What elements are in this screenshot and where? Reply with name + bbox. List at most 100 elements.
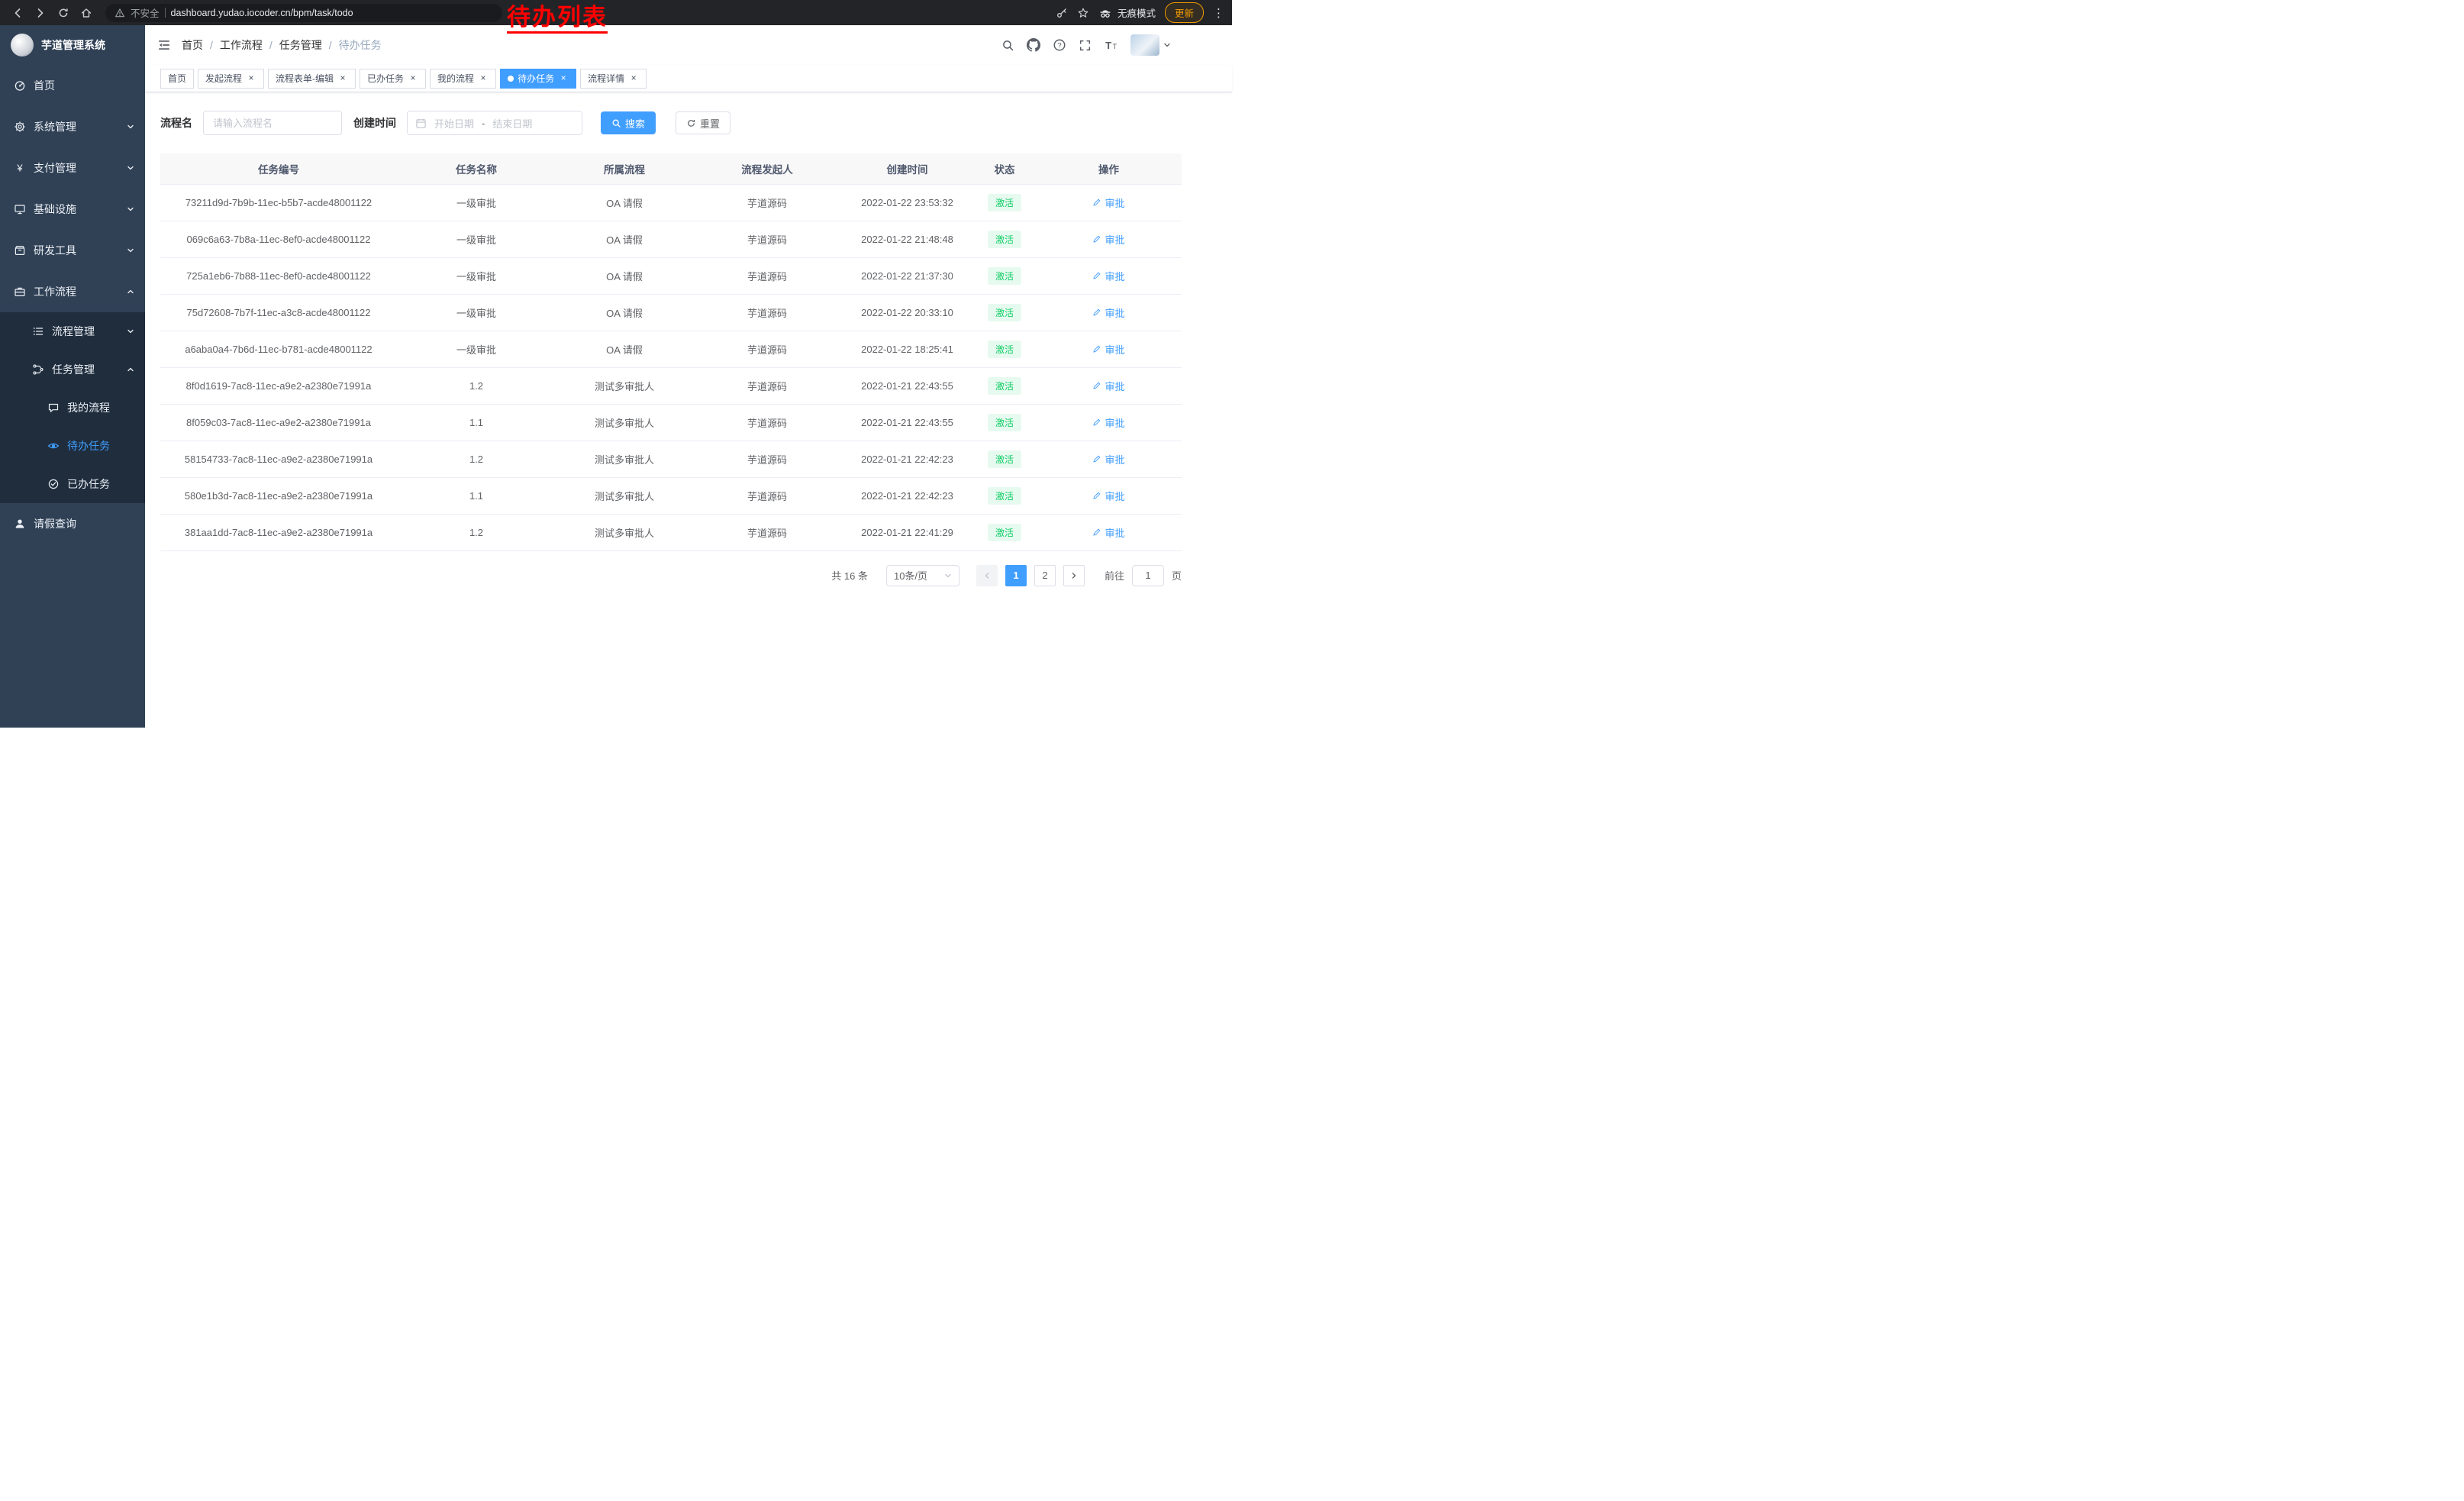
approve-link[interactable]: 审批 — [1092, 232, 1124, 247]
sidebar-item-leave-query[interactable]: 请假查询 — [0, 503, 145, 544]
tab-todo-tasks[interactable]: 待办任务 × — [500, 69, 576, 89]
table-row[interactable]: 069c6a63-7b8a-11ec-8ef0-acde48001122 一级审… — [160, 221, 1182, 257]
approve-link[interactable]: 审批 — [1092, 305, 1124, 320]
approve-link[interactable]: 审批 — [1092, 379, 1124, 393]
fullscreen-icon[interactable] — [1079, 39, 1092, 52]
prev-page-button[interactable] — [976, 565, 998, 586]
bookmark-star-icon[interactable] — [1077, 7, 1089, 19]
sidebar-item-workflow[interactable]: 工作流程 — [0, 271, 145, 312]
sidebar-item-devtools[interactable]: 研发工具 — [0, 230, 145, 271]
tab-done-tasks[interactable]: 已办任务 × — [360, 69, 426, 89]
close-icon[interactable]: × — [246, 73, 256, 84]
reset-button[interactable]: 重置 — [676, 111, 730, 134]
approve-link[interactable]: 审批 — [1092, 195, 1124, 210]
sidebar-item-home[interactable]: 首页 — [0, 65, 145, 106]
close-icon[interactable]: × — [408, 73, 418, 84]
close-icon[interactable]: × — [337, 73, 348, 84]
github-icon[interactable] — [1027, 38, 1040, 52]
browser-forward-button[interactable] — [31, 3, 50, 23]
table-row[interactable]: 8f0d1619-7ac8-11ec-a9e2-a2380e71991a 1.2… — [160, 367, 1182, 404]
chevron-down-icon — [1163, 41, 1171, 49]
breadcrumb-separator: / — [269, 39, 273, 51]
tab-process-detail[interactable]: 流程详情 × — [580, 69, 647, 89]
sidebar-toggle-icon[interactable] — [157, 38, 171, 52]
sidebar: 芋道管理系统 首页 系统管理 ¥ — [0, 25, 145, 728]
tab-home[interactable]: 首页 — [160, 69, 194, 89]
sidebar-item-my-processes[interactable]: 我的流程 — [0, 389, 145, 427]
table-row[interactable]: 725a1eb6-7b88-11ec-8ef0-acde48001122 一级审… — [160, 257, 1182, 294]
tab-my-processes[interactable]: 我的流程 × — [430, 69, 496, 89]
main-area: 首页 / 工作流程 / 任务管理 / 待办任务 ? — [145, 25, 1232, 750]
table-row[interactable]: 75d72608-7b7f-11ec-a3c8-acde48001122 一级审… — [160, 294, 1182, 331]
search-icon[interactable] — [1001, 39, 1014, 52]
page-size-select[interactable]: 10条/页 — [886, 565, 959, 586]
cell-initiator: 芋道源码 — [693, 184, 841, 221]
table-row[interactable]: 580e1b3d-7ac8-11ec-a9e2-a2380e71991a 1.1… — [160, 477, 1182, 514]
list-icon — [32, 325, 44, 337]
approve-link[interactable]: 审批 — [1092, 525, 1124, 540]
approve-link[interactable]: 审批 — [1092, 415, 1124, 430]
close-icon[interactable]: × — [628, 73, 639, 84]
cell-task-name: 1.2 — [397, 514, 556, 550]
browser-back-button[interactable] — [8, 3, 27, 23]
cell-task-id: 580e1b3d-7ac8-11ec-a9e2-a2380e71991a — [160, 477, 397, 514]
tab-form-edit[interactable]: 流程表单-编辑 × — [268, 69, 356, 89]
address-bar[interactable]: 不安全 dashboard.yudao.iocoder.cn/bpm/task/… — [105, 4, 502, 22]
chevron-right-icon — [1070, 572, 1078, 579]
cell-task-name: 一级审批 — [397, 294, 556, 331]
sidebar-item-label: 待办任务 — [67, 438, 110, 454]
logo-row[interactable]: 芋道管理系统 — [0, 25, 145, 65]
process-name-input[interactable] — [203, 111, 342, 135]
goto-page-input[interactable] — [1132, 565, 1164, 586]
approve-link[interactable]: 审批 — [1092, 452, 1124, 466]
approve-link[interactable]: 审批 — [1092, 489, 1124, 503]
col-created: 创建时间 — [841, 153, 973, 184]
security-warning-icon[interactable] — [114, 8, 125, 18]
chevron-down-icon — [944, 572, 952, 579]
table-row[interactable]: 58154733-7ac8-11ec-a9e2-a2380e71991a 1.2… — [160, 441, 1182, 477]
task-table: 任务编号 任务名称 所属流程 流程发起人 创建时间 状态 操作 73211d9d… — [160, 153, 1182, 551]
cell-actions: 审批 — [1036, 331, 1182, 367]
chevron-down-icon — [127, 247, 134, 254]
next-page-button[interactable] — [1063, 565, 1085, 586]
sidebar-item-payment[interactable]: ¥ 支付管理 — [0, 147, 145, 189]
sidebar-item-task-mgmt[interactable]: 任务管理 — [0, 350, 145, 389]
date-range-picker[interactable]: 开始日期 - 结束日期 — [407, 111, 582, 135]
sidebar-item-done-tasks[interactable]: 已办任务 — [0, 465, 145, 503]
sidebar-item-todo-tasks[interactable]: 待办任务 — [0, 427, 145, 465]
edit-pencil-icon — [1092, 234, 1101, 244]
font-size-icon[interactable]: TT — [1104, 39, 1118, 52]
chrome-menu-icon[interactable]: ⋮ — [1213, 6, 1224, 20]
search-button[interactable]: 搜索 — [601, 111, 656, 134]
table-row[interactable]: a6aba0a4-7b6d-11ec-b781-acde48001122 一级审… — [160, 331, 1182, 367]
breadcrumb-item-task-mgmt[interactable]: 任务管理 — [279, 37, 322, 53]
key-icon[interactable] — [1056, 7, 1068, 19]
browser-home-button[interactable] — [76, 3, 96, 23]
breadcrumb-item-workflow[interactable]: 工作流程 — [220, 37, 263, 53]
page-button-2[interactable]: 2 — [1034, 565, 1056, 586]
browser-reload-button[interactable] — [53, 3, 73, 23]
sidebar-item-system[interactable]: 系统管理 — [0, 106, 145, 147]
gear-icon — [14, 121, 26, 133]
svg-text:?: ? — [1057, 41, 1061, 50]
help-icon[interactable]: ? — [1053, 38, 1066, 52]
page-button-1[interactable]: 1 — [1005, 565, 1027, 586]
user-avatar-menu[interactable] — [1130, 34, 1171, 56]
breadcrumb-item-home[interactable]: 首页 — [182, 37, 203, 53]
table-row[interactable]: 73211d9d-7b9b-11ec-b5b7-acde48001122 一级审… — [160, 184, 1182, 221]
cell-actions: 审批 — [1036, 367, 1182, 404]
table-row[interactable]: 8f059c03-7ac8-11ec-a9e2-a2380e71991a 1.1… — [160, 404, 1182, 441]
close-icon[interactable]: × — [558, 73, 569, 84]
chevron-down-icon — [127, 164, 134, 172]
cell-task-name: 1.2 — [397, 367, 556, 404]
table-row[interactable]: 381aa1dd-7ac8-11ec-a9e2-a2380e71991a 1.2… — [160, 514, 1182, 550]
close-icon[interactable]: × — [478, 73, 489, 84]
approve-link[interactable]: 审批 — [1092, 269, 1124, 283]
update-button[interactable]: 更新 — [1165, 2, 1204, 23]
approve-link[interactable]: 审批 — [1092, 342, 1124, 357]
cell-process: 测试多审批人 — [556, 404, 693, 441]
sidebar-item-infra[interactable]: 基础设施 — [0, 189, 145, 230]
sidebar-item-process-mgmt[interactable]: 流程管理 — [0, 312, 145, 350]
tab-start-process[interactable]: 发起流程 × — [198, 69, 264, 89]
status-badge: 激活 — [988, 341, 1021, 358]
